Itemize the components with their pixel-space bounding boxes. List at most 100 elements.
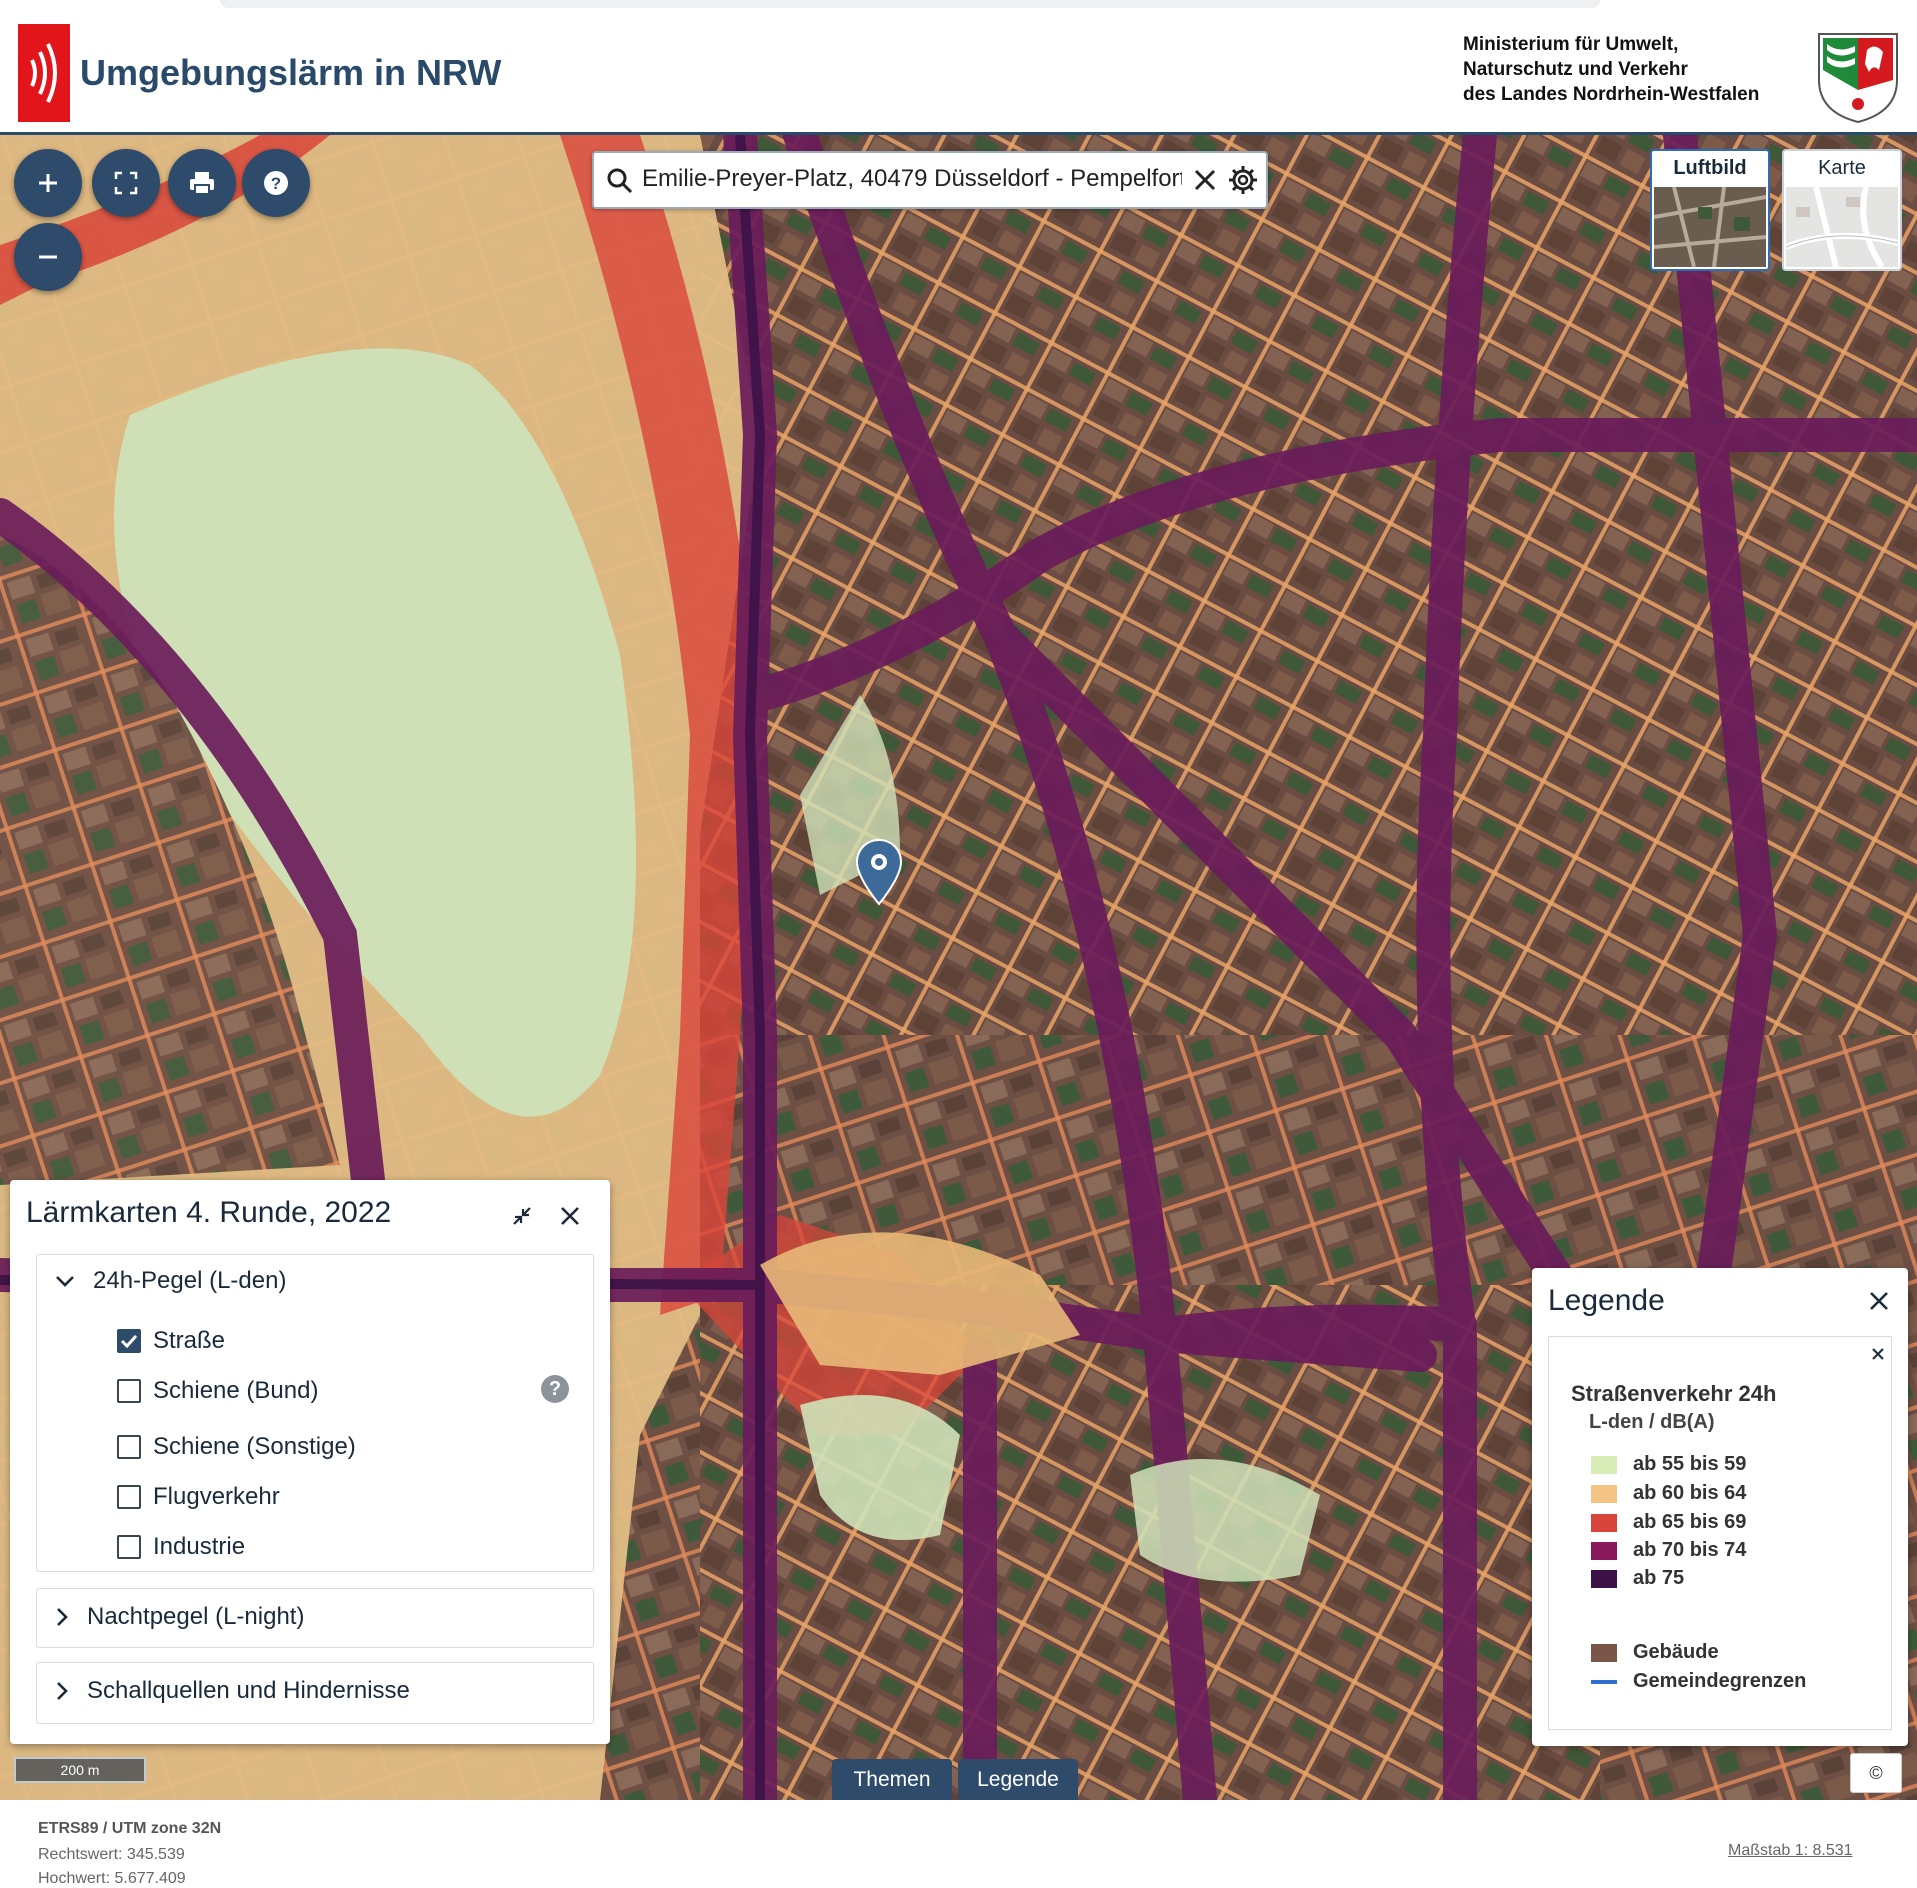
layer-label: Straße bbox=[153, 1327, 226, 1354]
close-panel-icon[interactable] bbox=[558, 1204, 582, 1228]
legend-content: Straßenverkehr 24h L-den / dB(A) ab 55 b… bbox=[1548, 1336, 1892, 1730]
legend-heading: Straßenverkehr 24h bbox=[1571, 1381, 1777, 1406]
aerial-thumbnail bbox=[1654, 187, 1766, 267]
legend-title: Legende bbox=[1548, 1284, 1665, 1317]
basemap-label: Karte bbox=[1818, 157, 1866, 179]
svg-text:?: ? bbox=[271, 174, 281, 193]
layer-label: Schiene (Sonstige) bbox=[153, 1433, 356, 1460]
layer-group-sources[interactable]: Schallquellen und Hindernisse bbox=[36, 1662, 594, 1724]
legend-class-label: ab 60 bis 64 bbox=[1633, 1482, 1747, 1504]
layer-label: Flugverkehr bbox=[153, 1483, 280, 1510]
checkmark-icon bbox=[120, 1334, 138, 1348]
rechtswert: Rechtswert: 345.539 bbox=[38, 1846, 185, 1863]
app-header: Umgebungslärm in NRW Ministerium für Umw… bbox=[0, 0, 1917, 135]
zoom-out-button[interactable] bbox=[14, 223, 82, 291]
layer-group-lnight[interactable]: Nachtpegel (L-night) bbox=[36, 1588, 594, 1648]
checkbox[interactable] bbox=[117, 1485, 141, 1509]
help-icon: ? bbox=[264, 171, 288, 195]
layer-help-icon[interactable]: ? bbox=[541, 1375, 569, 1403]
themes-panel: Lärmkarten 4. Runde, 2022 24h-Pegel (L-d… bbox=[10, 1180, 610, 1744]
themes-panel-title: Lärmkarten 4. Runde, 2022 bbox=[26, 1196, 392, 1229]
copyright-button[interactable]: © bbox=[1850, 1753, 1902, 1793]
search-icon bbox=[607, 168, 633, 194]
legend-class-label: Gebäude bbox=[1633, 1641, 1719, 1663]
layer-flugverkehr[interactable]: Flugverkehr bbox=[117, 1483, 280, 1511]
minimize-panel-icon[interactable] bbox=[510, 1204, 534, 1228]
legend-class-label: ab 55 bis 59 bbox=[1633, 1453, 1747, 1475]
legend-boundaries: Gemeindegrenzen bbox=[1591, 1670, 1806, 1693]
location-pin-icon[interactable] bbox=[854, 838, 904, 906]
checkbox[interactable] bbox=[117, 1379, 141, 1403]
legend-class: ab 75 bbox=[1591, 1567, 1684, 1590]
layer-group-label: Nachtpegel (L-night) bbox=[87, 1603, 305, 1630]
search-settings-icon[interactable] bbox=[1228, 165, 1258, 195]
layer-group-header[interactable]: Nachtpegel (L-night) bbox=[55, 1603, 304, 1631]
checkbox[interactable] bbox=[117, 1435, 141, 1459]
chevron-down-icon bbox=[56, 1276, 74, 1287]
fullscreen-button[interactable] bbox=[92, 149, 160, 217]
tab-themen[interactable]: Themen bbox=[832, 1759, 952, 1800]
ministry-line: Naturschutz und Verkehr bbox=[1463, 59, 1688, 80]
plus-icon bbox=[39, 174, 57, 192]
legend-class-label: ab 75 bbox=[1633, 1567, 1685, 1589]
basemap-map-button[interactable]: Karte bbox=[1782, 149, 1902, 271]
legend-class-label: ab 65 bis 69 bbox=[1633, 1511, 1747, 1533]
status-footer: ETRS89 / UTM zone 32N Rechtswert: 345.53… bbox=[0, 1800, 1917, 1887]
sound-waves-icon bbox=[30, 43, 57, 103]
nrw-coat-of-arms bbox=[1818, 33, 1898, 124]
layer-industrie[interactable]: Industrie bbox=[117, 1533, 245, 1561]
ministry-name: Ministerium für Umwelt, Naturschutz und … bbox=[1463, 32, 1759, 107]
close-legend-icon[interactable] bbox=[1868, 1290, 1890, 1312]
legend-class: ab 70 bis 74 bbox=[1591, 1539, 1746, 1562]
layer-label: Industrie bbox=[153, 1533, 246, 1560]
legend-line-swatch bbox=[1591, 1679, 1617, 1684]
legend-class-label: ab 70 bis 74 bbox=[1633, 1539, 1747, 1561]
coordinate-system: ETRS89 / UTM zone 32N bbox=[38, 1820, 222, 1837]
legend-class: ab 60 bis 64 bbox=[1591, 1482, 1746, 1505]
layer-group-label: Schallquellen und Hindernisse bbox=[87, 1677, 410, 1704]
search-input[interactable]: Emilie-Preyer-Platz, 40479 Düsseldorf - … bbox=[642, 165, 1182, 193]
layer-schiene-sonstige[interactable]: Schiene (Sonstige) bbox=[117, 1433, 356, 1461]
clear-search-icon[interactable] bbox=[1192, 167, 1218, 193]
checkbox[interactable] bbox=[117, 1535, 141, 1559]
chevron-right-icon bbox=[57, 1682, 68, 1700]
layer-group-label: 24h-Pegel (L-den) bbox=[93, 1267, 287, 1294]
legend-class-label: Gemeindegrenzen bbox=[1633, 1670, 1807, 1692]
layer-group-header[interactable]: 24h-Pegel (L-den) bbox=[55, 1267, 286, 1295]
map-thumbnail bbox=[1786, 187, 1898, 267]
layer-schiene-bund[interactable]: Schiene (Bund) bbox=[117, 1377, 318, 1405]
legend-class: ab 65 bis 69 bbox=[1591, 1511, 1746, 1534]
fullscreen-icon bbox=[114, 171, 138, 195]
layer-strasse[interactable]: Straße bbox=[117, 1327, 225, 1355]
legend-swatch bbox=[1591, 1541, 1617, 1560]
legend-swatch bbox=[1591, 1643, 1617, 1662]
zoom-in-button[interactable] bbox=[14, 149, 82, 217]
legend-panel: Legende Straßenverkehr 24h L-den / dB(A)… bbox=[1532, 1268, 1908, 1746]
ministry-line: Ministerium für Umwelt, bbox=[1463, 34, 1679, 55]
map-scale[interactable]: Maßstab 1: 8.531 bbox=[1728, 1842, 1853, 1860]
legend-subheading: L-den / dB(A) bbox=[1589, 1411, 1715, 1433]
legend-swatch bbox=[1591, 1569, 1617, 1588]
legend-buildings: Gebäude bbox=[1591, 1641, 1719, 1664]
tab-legende[interactable]: Legende bbox=[958, 1759, 1078, 1800]
legend-swatch bbox=[1591, 1455, 1617, 1474]
layer-group-lden: 24h-Pegel (L-den) Straße Schiene (Bund) … bbox=[36, 1254, 594, 1572]
legend-swatch bbox=[1591, 1513, 1617, 1532]
checkbox-checked[interactable] bbox=[117, 1329, 141, 1353]
printer-icon bbox=[190, 172, 214, 195]
app-title: Umgebungslärm in NRW bbox=[80, 52, 502, 93]
print-button[interactable] bbox=[168, 149, 236, 217]
ministry-line: des Landes Nordrhein-Westfalen bbox=[1463, 84, 1760, 105]
scale-bar: 200 m bbox=[14, 1757, 146, 1783]
address-search[interactable]: Emilie-Preyer-Platz, 40479 Düsseldorf - … bbox=[592, 151, 1268, 209]
hochwert: Hochwert: 5.677.409 bbox=[38, 1870, 186, 1887]
browser-strip bbox=[220, 0, 1600, 8]
legend-class: ab 55 bis 59 bbox=[1591, 1453, 1746, 1476]
help-button[interactable]: ? bbox=[242, 149, 310, 217]
close-legend-entry-icon[interactable] bbox=[1871, 1347, 1885, 1361]
chevron-right-icon bbox=[57, 1608, 68, 1626]
basemap-aerial-button[interactable]: Luftbild bbox=[1650, 149, 1770, 271]
legend-swatch bbox=[1591, 1484, 1617, 1503]
minus-icon bbox=[39, 255, 57, 259]
layer-group-header[interactable]: Schallquellen und Hindernisse bbox=[55, 1677, 410, 1705]
